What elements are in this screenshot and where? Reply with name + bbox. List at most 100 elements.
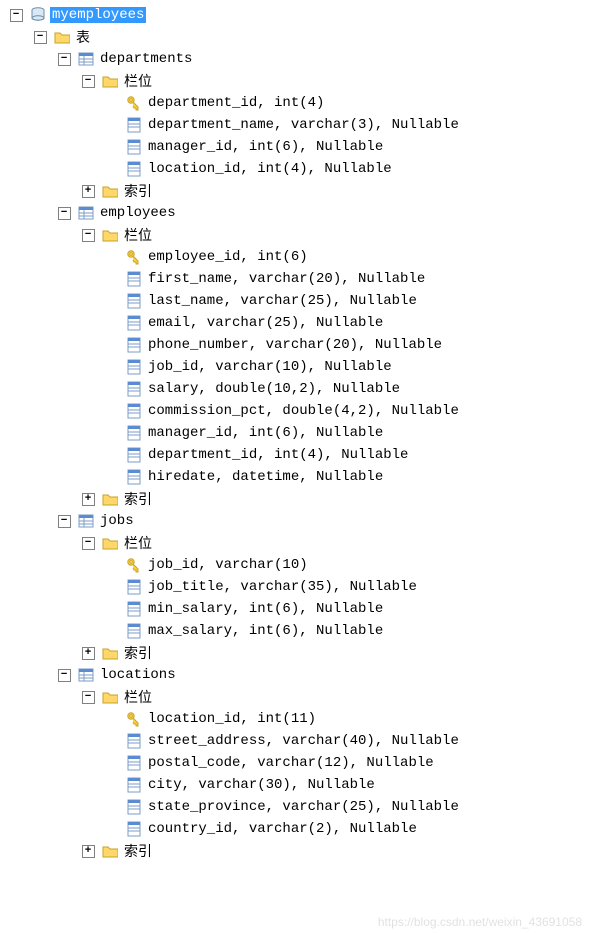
column-label: department_id, int(4): [146, 95, 326, 111]
tree-node-column[interactable]: employee_id, int(6): [4, 246, 590, 268]
column-label: country_id, varchar(2), Nullable: [146, 821, 419, 837]
column-icon: [124, 337, 144, 353]
tree-node-column[interactable]: country_id, varchar(2), Nullable: [4, 818, 590, 840]
tree-node-column[interactable]: manager_id, int(6), Nullable: [4, 422, 590, 444]
indexes-folder-label: 索引: [122, 841, 154, 861]
folder-icon: [100, 73, 120, 89]
collapse-toggle[interactable]: −: [76, 75, 100, 88]
collapse-toggle[interactable]: −: [76, 229, 100, 242]
tree-node-tables-folder[interactable]: −表: [4, 26, 590, 48]
key-icon: [124, 95, 144, 111]
column-icon: [124, 447, 144, 463]
column-label: job_id, varchar(10): [146, 557, 310, 573]
expand-toggle[interactable]: +: [76, 845, 100, 858]
column-label: postal_code, varchar(12), Nullable: [146, 755, 436, 771]
tree-node-column[interactable]: department_id, int(4), Nullable: [4, 444, 590, 466]
tree-node-column[interactable]: max_salary, int(6), Nullable: [4, 620, 590, 642]
collapse-toggle[interactable]: −: [4, 9, 28, 22]
tree-node-column[interactable]: street_address, varchar(40), Nullable: [4, 730, 590, 752]
tree-node-columns-folder[interactable]: −栏位: [4, 224, 590, 246]
tree-node-indexes-folder[interactable]: + 索引: [4, 488, 590, 510]
columns-folder-label: 栏位: [122, 71, 154, 91]
database-label: myemployees: [50, 7, 146, 23]
tree-node-column[interactable]: email, varchar(25), Nullable: [4, 312, 590, 334]
folder-icon: [100, 689, 120, 705]
column-label: street_address, varchar(40), Nullable: [146, 733, 461, 749]
column-label: department_name, varchar(3), Nullable: [146, 117, 461, 133]
watermark: https://blog.csdn.net/weixin_43691058: [378, 915, 582, 929]
column-icon: [124, 799, 144, 815]
tree-node-columns-folder[interactable]: − 栏位: [4, 70, 590, 92]
column-icon: [124, 271, 144, 287]
database-tree: −myemployees−表−departments−栏位department_…: [4, 4, 590, 862]
tree-node-column[interactable]: city, varchar(30), Nullable: [4, 774, 590, 796]
column-icon: [124, 161, 144, 177]
column-label: salary, double(10,2), Nullable: [146, 381, 402, 397]
tree-node-column[interactable]: location_id, int(4), Nullable: [4, 158, 590, 180]
tree-node-indexes-folder[interactable]: +索引: [4, 180, 590, 202]
tree-node-indexes-folder[interactable]: +索引: [4, 642, 590, 664]
tree-node-database[interactable]: − myemployees: [4, 4, 590, 26]
column-label: city, varchar(30), Nullable: [146, 777, 377, 793]
collapse-toggle[interactable]: −: [76, 691, 100, 704]
column-icon: [124, 755, 144, 771]
tree-node-column[interactable]: postal_code, varchar(12), Nullable: [4, 752, 590, 774]
tree-node-column[interactable]: job_title, varchar(35), Nullable: [4, 576, 590, 598]
tree-node-table[interactable]: −departments: [4, 48, 590, 70]
column-icon: [124, 469, 144, 485]
indexes-folder-label: 索引: [122, 489, 154, 509]
column-label: first_name, varchar(20), Nullable: [146, 271, 427, 287]
columns-folder-label: 栏位: [122, 687, 154, 707]
tree-node-indexes-folder[interactable]: + 索引: [4, 840, 590, 862]
expand-toggle[interactable]: +: [76, 185, 100, 198]
table-label: locations: [98, 667, 178, 683]
tree-node-table[interactable]: −jobs: [4, 510, 590, 532]
tree-node-column[interactable]: job_id, varchar(10), Nullable: [4, 356, 590, 378]
collapse-toggle[interactable]: −: [28, 31, 52, 44]
collapse-toggle[interactable]: −: [52, 53, 76, 66]
table-label: employees: [98, 205, 178, 221]
tree-node-column[interactable]: state_province, varchar(25), Nullable: [4, 796, 590, 818]
column-icon: [124, 403, 144, 419]
table-icon: [76, 513, 96, 529]
collapse-toggle[interactable]: −: [76, 537, 100, 550]
collapse-toggle[interactable]: −: [52, 207, 76, 220]
column-label: employee_id, int(6): [146, 249, 310, 265]
column-icon: [124, 601, 144, 617]
tree-node-table[interactable]: − employees: [4, 202, 590, 224]
tree-node-column[interactable]: department_name, varchar(3), Nullable: [4, 114, 590, 136]
column-icon: [124, 381, 144, 397]
expand-toggle[interactable]: +: [76, 493, 100, 506]
column-icon: [124, 821, 144, 837]
tree-node-table[interactable]: − locations: [4, 664, 590, 686]
column-icon: [124, 579, 144, 595]
column-icon: [124, 425, 144, 441]
table-icon: [76, 51, 96, 67]
column-label: location_id, int(11): [146, 711, 318, 727]
tree-node-column[interactable]: commission_pct, double(4,2), Nullable: [4, 400, 590, 422]
tree-node-column[interactable]: last_name, varchar(25), Nullable: [4, 290, 590, 312]
tree-node-column[interactable]: location_id, int(11): [4, 708, 590, 730]
tree-node-column[interactable]: job_id, varchar(10): [4, 554, 590, 576]
tree-node-column[interactable]: first_name, varchar(20), Nullable: [4, 268, 590, 290]
collapse-toggle[interactable]: −: [52, 669, 76, 682]
column-label: state_province, varchar(25), Nullable: [146, 799, 461, 815]
tree-node-column[interactable]: manager_id, int(6), Nullable: [4, 136, 590, 158]
tree-node-column[interactable]: hiredate, datetime, Nullable: [4, 466, 590, 488]
tree-node-columns-folder[interactable]: −栏位: [4, 532, 590, 554]
column-label: manager_id, int(6), Nullable: [146, 139, 385, 155]
column-icon: [124, 359, 144, 375]
tree-node-column[interactable]: department_id, int(4): [4, 92, 590, 114]
tables-folder-label: 表: [74, 27, 92, 47]
folder-icon: [100, 183, 120, 199]
tree-node-column[interactable]: salary, double(10,2), Nullable: [4, 378, 590, 400]
collapse-toggle[interactable]: −: [52, 515, 76, 528]
column-icon: [124, 315, 144, 331]
column-icon: [124, 777, 144, 793]
column-label: manager_id, int(6), Nullable: [146, 425, 385, 441]
column-icon: [124, 733, 144, 749]
tree-node-column[interactable]: min_salary, int(6), Nullable: [4, 598, 590, 620]
tree-node-column[interactable]: phone_number, varchar(20), Nullable: [4, 334, 590, 356]
expand-toggle[interactable]: +: [76, 647, 100, 660]
tree-node-columns-folder[interactable]: − 栏位: [4, 686, 590, 708]
